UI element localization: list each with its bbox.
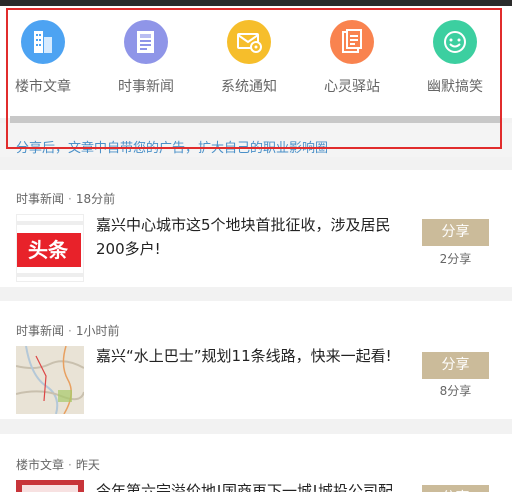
category-grid: 楼市文章 时事新闻 系统通知 心灵驿站 幽默搞笑 xyxy=(0,6,512,118)
share-count: 8分享 xyxy=(439,384,472,398)
category-label: 系统通知 xyxy=(221,79,277,95)
article-card[interactable]: 时事新闻 · 1小时前 嘉兴“水上巴士”规划11条线路，快来一起看! 分享 8分享 xyxy=(0,301,512,419)
share-button[interactable]: 分享 xyxy=(422,219,489,246)
building-icon xyxy=(21,20,65,64)
article-title[interactable]: 嘉兴中心城市这5个地块首批征收，涉及居民200多户! xyxy=(96,213,406,261)
article-meta: 时事新闻 · 1小时前 xyxy=(16,324,120,338)
category-building[interactable]: 楼市文章 xyxy=(0,20,93,96)
article-card[interactable]: 时事新闻 · 18分前 头条 嘉兴中心城市这5个地块首批征收，涉及居民200多户! … xyxy=(0,170,512,287)
share-button[interactable]: 分享 xyxy=(422,352,489,379)
newspaper-icon xyxy=(124,20,168,64)
divider xyxy=(10,116,502,123)
share-button[interactable]: 分享 xyxy=(422,485,489,492)
map-thumbnail xyxy=(16,346,84,414)
category-label: 心灵驿站 xyxy=(324,79,380,95)
article-title[interactable]: 嘉兴“水上巴士”规划11条线路，快来一起看! xyxy=(96,344,406,368)
article-thumbnail: 头条 xyxy=(16,214,84,282)
article-meta: 时事新闻 · 18分前 xyxy=(16,192,116,206)
article-title[interactable]: 今年第六宗溢价地!国商再下一城!城投公司配 xyxy=(96,479,416,492)
article-time: 1小时前 xyxy=(75,324,120,338)
article-category: 时事新闻 xyxy=(16,192,65,206)
article-time: 18分前 xyxy=(75,192,116,206)
category-label: 幽默搞笑 xyxy=(427,79,483,95)
category-humor[interactable]: 幽默搞笑 xyxy=(405,20,505,96)
smiley-icon xyxy=(433,20,477,64)
category-label: 楼市文章 xyxy=(15,79,71,95)
toutiao-logo: 头条 xyxy=(17,233,81,267)
share-count: 2分享 xyxy=(439,252,472,266)
article-category: 楼市文章 xyxy=(16,458,65,472)
article-thumbnail xyxy=(16,480,84,492)
category-label: 时事新闻 xyxy=(118,79,174,95)
category-soul[interactable]: 心灵驿站 xyxy=(302,20,402,96)
category-news[interactable]: 时事新闻 xyxy=(96,20,196,96)
article-category: 时事新闻 xyxy=(16,324,65,338)
article-card[interactable]: 楼市文章·昨天 今年第六宗溢价地!国商再下一城!城投公司配 分享 xyxy=(0,434,512,492)
document-icon xyxy=(330,20,374,64)
article-time: 昨天 xyxy=(75,458,100,472)
share-promo-banner[interactable]: 分享后，文章中自带您的广告，扩大自己的职业影响圈 xyxy=(0,123,512,157)
category-notice[interactable]: 系统通知 xyxy=(199,20,299,96)
mail-gear-icon xyxy=(227,20,271,64)
article-thumbnail xyxy=(16,346,84,414)
article-meta: 楼市文章 · 昨天 xyxy=(16,458,100,472)
